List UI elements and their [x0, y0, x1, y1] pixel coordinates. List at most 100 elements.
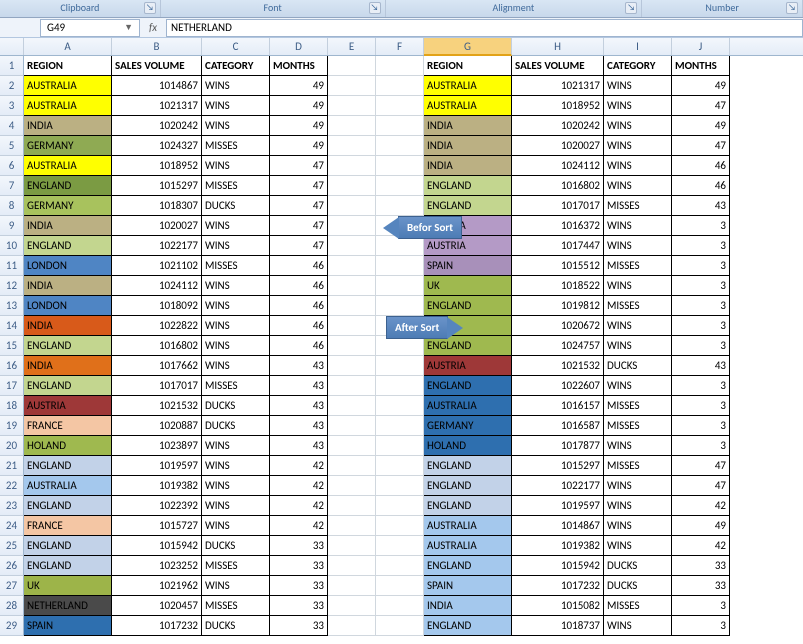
name-box[interactable]: G49 ▼	[40, 19, 140, 37]
cell[interactable]: DUCKS	[202, 536, 270, 556]
cell[interactable]	[328, 616, 376, 636]
row-header[interactable]: 27	[0, 576, 24, 596]
cell[interactable]: 43	[270, 436, 328, 456]
cell[interactable]: 3	[672, 336, 730, 356]
cell[interactable]	[376, 116, 424, 136]
cell[interactable]: 1018952	[512, 96, 604, 116]
cell[interactable]: DUCKS	[202, 396, 270, 416]
cell[interactable]: 3	[672, 296, 730, 316]
cell[interactable]	[376, 416, 424, 436]
cell[interactable]: 1023897	[112, 436, 202, 456]
cell[interactable]: 46	[270, 336, 328, 356]
col-header[interactable]: D	[270, 38, 328, 55]
cell[interactable]: 47	[672, 136, 730, 156]
cell[interactable]: 43	[270, 416, 328, 436]
cell[interactable]: 49	[672, 516, 730, 536]
cell[interactable]: MISSES	[604, 396, 672, 416]
cell[interactable]: 1020672	[512, 316, 604, 336]
col-header[interactable]: F	[376, 38, 424, 55]
cell[interactable]: WINS	[604, 516, 672, 536]
row-header[interactable]: 15	[0, 336, 24, 356]
cell[interactable]: 1020242	[112, 116, 202, 136]
cell[interactable]: 33	[270, 616, 328, 636]
col-header[interactable]: E	[328, 38, 376, 55]
row-header[interactable]: 9	[0, 216, 24, 236]
cell[interactable]: WINS	[604, 176, 672, 196]
cell[interactable]: 3	[672, 416, 730, 436]
cell[interactable]: 1018737	[512, 616, 604, 636]
cell[interactable]: 1015297	[112, 176, 202, 196]
cell[interactable]: WINS	[202, 476, 270, 496]
cell[interactable]: MISSES	[604, 596, 672, 616]
row-header[interactable]: 28	[0, 596, 24, 616]
cell[interactable]: WINS	[604, 536, 672, 556]
cell[interactable]: 1021962	[112, 576, 202, 596]
ribbon-group-font[interactable]: Font↘	[161, 0, 386, 17]
cell[interactable]	[376, 336, 424, 356]
cell[interactable]: 46	[270, 316, 328, 336]
cell[interactable]	[376, 356, 424, 376]
cell[interactable]: LONDON	[24, 296, 112, 316]
cell[interactable]: 42	[672, 536, 730, 556]
cell[interactable]: 42	[270, 496, 328, 516]
cell[interactable]: WINS	[604, 436, 672, 456]
cell[interactable]: 33	[270, 536, 328, 556]
cell[interactable]: 1021532	[512, 356, 604, 376]
col-header[interactable]: I	[604, 38, 672, 55]
cell[interactable]: 1017447	[512, 236, 604, 256]
cell[interactable]: INDIA	[24, 216, 112, 236]
cell[interactable]: 3	[672, 596, 730, 616]
cell[interactable]: MISSES	[604, 196, 672, 216]
cell[interactable]: 42	[270, 456, 328, 476]
row-header[interactable]: 7	[0, 176, 24, 196]
cell[interactable]: 33	[270, 556, 328, 576]
cell[interactable]: WINS	[202, 316, 270, 336]
cell[interactable]: 3	[672, 236, 730, 256]
cell[interactable]: 1021532	[112, 396, 202, 416]
cell[interactable]: 33	[270, 576, 328, 596]
cell[interactable]: 1024112	[112, 276, 202, 296]
cell[interactable]: 3	[672, 376, 730, 396]
cell[interactable]: 42	[270, 476, 328, 496]
cell[interactable]: WINS	[202, 116, 270, 136]
col-header[interactable]: J	[672, 38, 730, 55]
cell[interactable]: WINS	[604, 96, 672, 116]
cell[interactable]	[328, 496, 376, 516]
cell[interactable]: 3	[672, 256, 730, 276]
cell[interactable]: INDIA	[424, 136, 512, 156]
cell[interactable]: MISSES	[202, 136, 270, 156]
cell[interactable]: DUCKS	[202, 616, 270, 636]
cell[interactable]: 46	[672, 156, 730, 176]
cell[interactable]	[376, 516, 424, 536]
cell[interactable]: 1019597	[112, 456, 202, 476]
cell[interactable]: 3	[672, 396, 730, 416]
cell[interactable]: 1018307	[112, 196, 202, 216]
cell[interactable]	[376, 256, 424, 276]
cell[interactable]: 49	[270, 116, 328, 136]
cell[interactable]: 1016157	[512, 396, 604, 416]
cell[interactable]: HOLAND	[424, 436, 512, 456]
cell[interactable]: CATEGORY	[604, 56, 672, 76]
cell[interactable]	[328, 396, 376, 416]
fx-icon[interactable]: fx	[140, 21, 166, 34]
cell[interactable]	[328, 296, 376, 316]
cell[interactable]: 1017017	[112, 376, 202, 396]
row-header[interactable]: 3	[0, 96, 24, 116]
cell[interactable]: WINS	[202, 576, 270, 596]
cell[interactable]: MISSES	[604, 416, 672, 436]
cell[interactable]: 33	[672, 576, 730, 596]
cell[interactable]	[376, 176, 424, 196]
formula-bar[interactable]: NETHERLAND	[166, 19, 803, 37]
cell[interactable]: 47	[672, 456, 730, 476]
row-header[interactable]: 20	[0, 436, 24, 456]
row-header[interactable]: 21	[0, 456, 24, 476]
cell[interactable]: ENGLAND	[24, 556, 112, 576]
cell[interactable]: WINS	[604, 76, 672, 96]
cell[interactable]: 1015942	[112, 536, 202, 556]
cell[interactable]	[376, 536, 424, 556]
cell[interactable]: ENGLAND	[424, 476, 512, 496]
row-header[interactable]: 17	[0, 376, 24, 396]
cell[interactable]: WINS	[202, 276, 270, 296]
cell[interactable]: GERMANY	[24, 136, 112, 156]
cell[interactable]	[376, 476, 424, 496]
